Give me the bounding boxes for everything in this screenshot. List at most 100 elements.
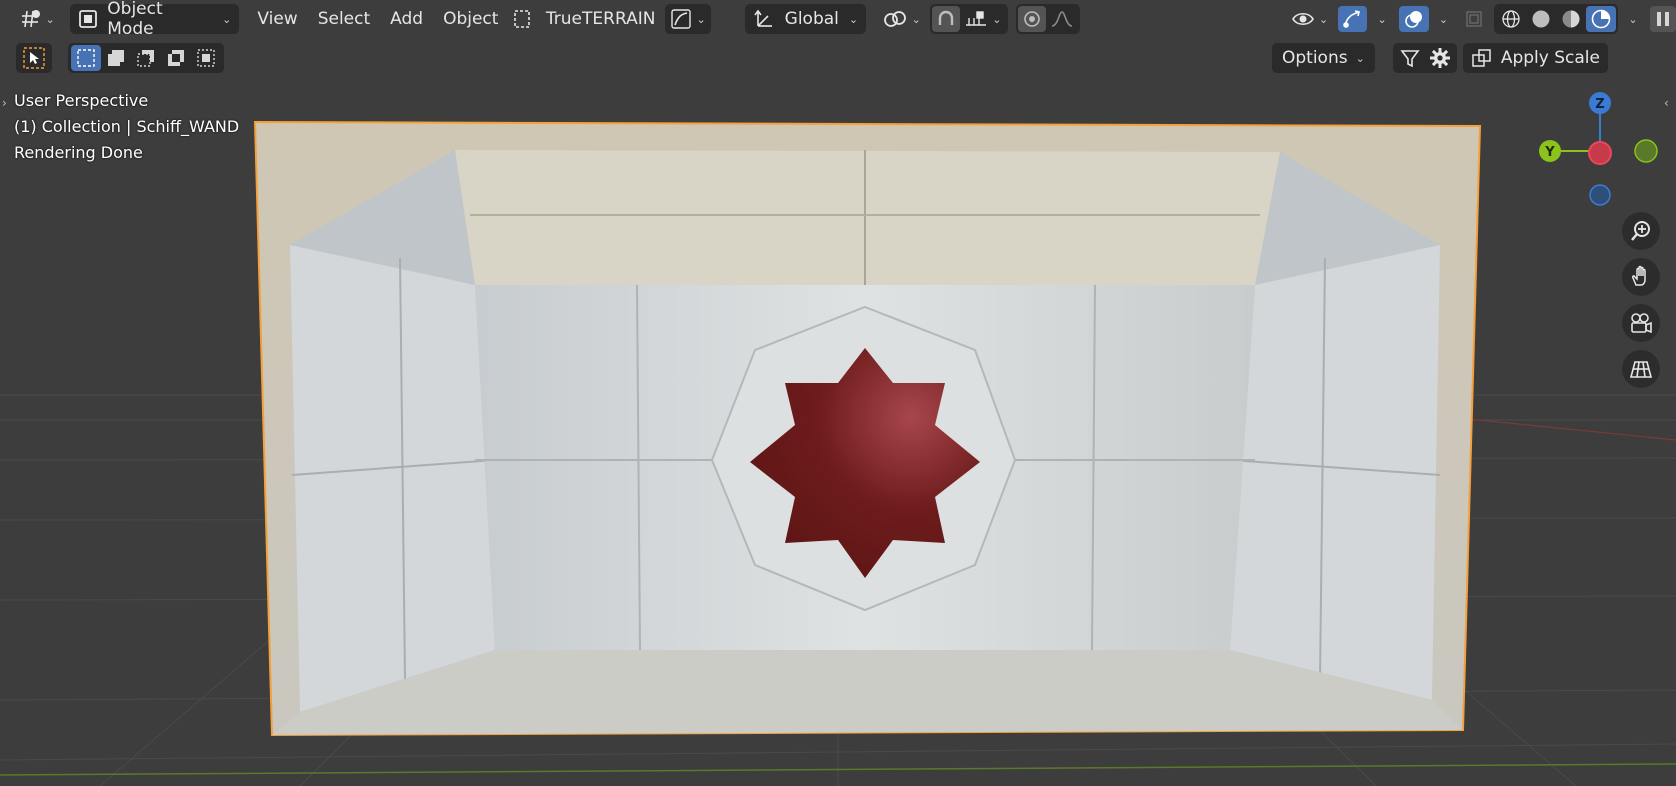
cursor-arrow-icon xyxy=(22,46,46,70)
camera-view-button[interactable] xyxy=(1622,304,1660,342)
menu-view[interactable]: View xyxy=(247,4,307,34)
pause-icon xyxy=(1654,9,1672,29)
y-axis-label: Y xyxy=(1544,145,1555,160)
orientation-axes-icon xyxy=(753,8,775,30)
chevron-down-icon: ⌄ xyxy=(1377,12,1387,26)
rendered-sphere-icon xyxy=(1590,8,1612,30)
perspective-toggle-button[interactable] xyxy=(1622,350,1660,388)
overlays-dropdown[interactable]: ⌄ xyxy=(1429,6,1455,32)
chevron-down-icon: ⌄ xyxy=(1355,51,1365,65)
pivot-point-button[interactable]: ⌄ xyxy=(878,6,924,32)
zoom-magnifier-icon xyxy=(1629,219,1653,243)
gizmo-arrow-icon xyxy=(1341,8,1363,30)
menu-select[interactable]: Select xyxy=(308,4,380,34)
box-select-intersect-icon xyxy=(195,47,217,69)
magnet-icon xyxy=(936,9,956,29)
falloff-button[interactable] xyxy=(1046,6,1078,32)
rendered-shading-button[interactable] xyxy=(1586,6,1616,32)
chevron-down-icon: ⌄ xyxy=(1319,12,1329,26)
negative-z-axis-handle[interactable] xyxy=(1589,184,1611,206)
snap-increment-icon xyxy=(964,9,988,29)
overlay-circles-icon xyxy=(1403,8,1425,30)
tool-settings-header: Options ⌄ Apply Scale xyxy=(0,38,1676,78)
gizmo-toggle-button[interactable] xyxy=(1337,6,1368,32)
snap-toggle-button[interactable] xyxy=(932,6,961,32)
view-name-text: User Perspective xyxy=(14,91,149,110)
3d-viewport[interactable] xyxy=(0,0,1676,786)
wireframe-shading-button[interactable] xyxy=(1496,6,1526,32)
shading-dropdown[interactable]: ⌄ xyxy=(1618,6,1644,32)
select-difference-button[interactable] xyxy=(161,45,191,71)
select-new-button[interactable] xyxy=(71,45,101,71)
snapping-group: ⌄ xyxy=(930,4,1008,34)
chevron-down-icon: ⌄ xyxy=(911,12,921,26)
toolbar-expand-arrow[interactable]: › xyxy=(2,96,7,110)
box-select-difference-icon xyxy=(165,47,187,69)
render-status-text: Rendering Done xyxy=(14,143,143,162)
gizmo-dropdown[interactable]: ⌄ xyxy=(1367,6,1393,32)
shading-mode-group xyxy=(1494,4,1618,34)
viewport-scene xyxy=(0,120,1676,786)
box-select-new-icon xyxy=(75,47,97,69)
xray-toggle-button[interactable] xyxy=(1461,6,1488,32)
filter-settings-group xyxy=(1392,43,1457,73)
active-tool-group xyxy=(16,43,52,73)
eye-icon xyxy=(1291,9,1315,29)
overlays-toggle-button[interactable] xyxy=(1399,6,1429,32)
camera-icon xyxy=(1628,311,1654,335)
negative-y-axis-handle[interactable] xyxy=(1634,139,1658,163)
chevron-down-icon: ⌄ xyxy=(696,12,706,26)
settings-button[interactable] xyxy=(1425,45,1455,71)
selection-box-button[interactable] xyxy=(508,6,535,32)
select-subtract-button[interactable] xyxy=(131,45,161,71)
editor-type-button[interactable]: ⌄ xyxy=(16,6,58,32)
snap-target-button[interactable]: ⌄ xyxy=(960,6,1005,32)
visibility-dropdown[interactable]: ⌄ xyxy=(1288,6,1332,32)
proportional-editing-group xyxy=(1015,4,1080,34)
options-label: Options xyxy=(1282,48,1348,68)
material-shading-button[interactable] xyxy=(1556,6,1586,32)
pause-render-button[interactable] xyxy=(1650,6,1676,32)
select-extend-button[interactable] xyxy=(101,45,131,71)
proportional-circle-icon xyxy=(1022,9,1042,29)
menu-object[interactable]: Object xyxy=(433,4,508,34)
apply-scale-icon xyxy=(1471,47,1493,69)
proportional-editing-button[interactable] xyxy=(1017,6,1046,32)
navigation-gizmo[interactable]: Z Y xyxy=(1536,90,1666,210)
chevron-down-icon: ⌄ xyxy=(1438,12,1449,26)
pivot-link-icon xyxy=(882,8,908,30)
viewport-header: ⌄ Object Mode ⌄ View Select Add Object T… xyxy=(0,0,1676,39)
x-axis-handle[interactable] xyxy=(1588,141,1612,165)
editor-grid-icon xyxy=(20,9,42,29)
falloff-curve-icon xyxy=(1050,9,1074,29)
xray-icon xyxy=(1464,9,1484,29)
object-mode-icon xyxy=(78,9,98,29)
select-intersect-button[interactable] xyxy=(191,45,221,71)
viewport-info-overlay: User Perspective (1) Collection | Schiff… xyxy=(14,88,239,166)
box-select-subtract-icon xyxy=(135,47,157,69)
curve-dropdown[interactable]: ⌄ xyxy=(665,4,711,34)
chevron-down-icon: ⌄ xyxy=(45,12,55,26)
selection-mode-group xyxy=(68,43,224,73)
collection-info-text: (1) Collection | Schiff_WAND xyxy=(14,117,240,136)
zoom-button[interactable] xyxy=(1622,212,1660,250)
mode-selector[interactable]: Object Mode ⌄ xyxy=(70,0,240,39)
hand-icon xyxy=(1629,265,1653,289)
perspective-grid-icon xyxy=(1629,357,1653,381)
trueterrain-menu[interactable]: TrueTERRAIN xyxy=(536,4,666,34)
menu-add[interactable]: Add xyxy=(380,4,433,34)
dashed-selection-icon xyxy=(512,8,532,30)
select-tool-button[interactable] xyxy=(18,45,50,71)
chevron-down-icon: ⌄ xyxy=(992,12,1002,26)
options-dropdown[interactable]: Options ⌄ xyxy=(1272,43,1375,73)
apply-scale-button[interactable]: Apply Scale xyxy=(1462,43,1608,73)
chevron-down-icon: ⌄ xyxy=(848,12,859,26)
filter-button[interactable] xyxy=(1395,45,1425,71)
z-axis-label: Z xyxy=(1595,97,1604,112)
solid-shading-button[interactable] xyxy=(1526,6,1556,32)
solid-sphere-icon xyxy=(1530,8,1552,30)
pan-button[interactable] xyxy=(1622,258,1660,296)
wireframe-sphere-icon xyxy=(1500,8,1522,30)
chevron-down-icon: ⌄ xyxy=(222,12,232,26)
transform-orientation-dropdown[interactable]: Global ⌄ xyxy=(744,4,867,34)
